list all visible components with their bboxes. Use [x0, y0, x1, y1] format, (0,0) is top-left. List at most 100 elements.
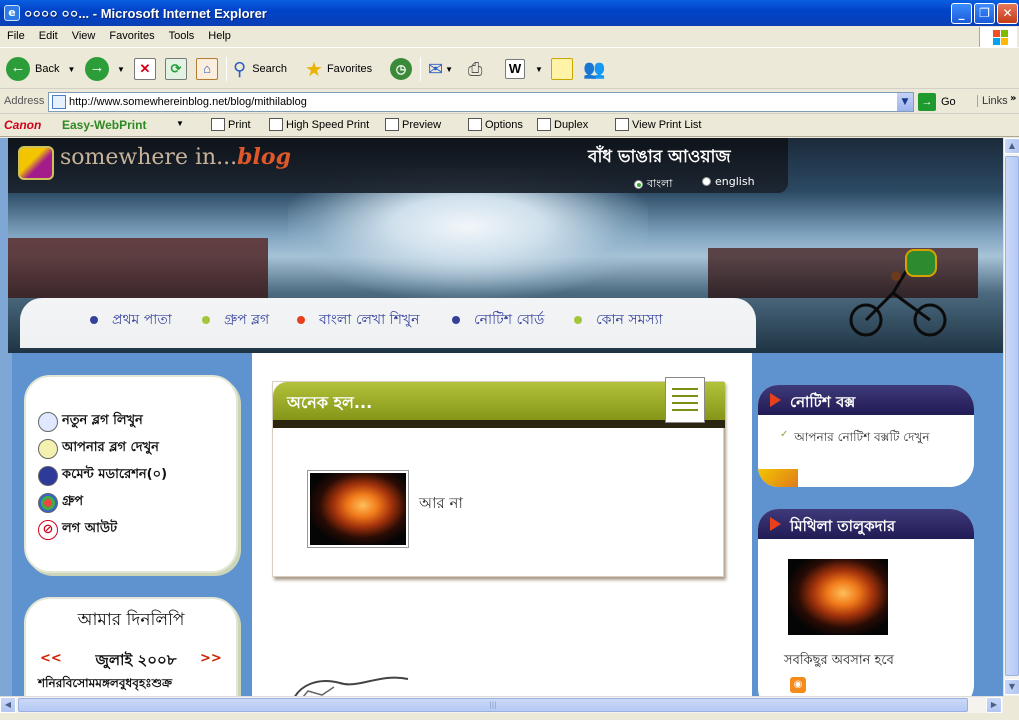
logo-text: somewhere in...	[60, 145, 238, 170]
address-bar: Address http://www.somewhereinblog.net/b…	[0, 90, 1019, 114]
canon-preview-button[interactable]: Preview	[385, 118, 441, 131]
menu-tools[interactable]: Tools	[162, 26, 202, 42]
stop-button[interactable]: ✕	[134, 57, 156, 81]
scroll-left-icon[interactable]: ◀	[0, 697, 16, 713]
search-button[interactable]: ⚲ Search	[233, 57, 287, 81]
nav-learn-bangla[interactable]: বাংলা লেখা শিখুন	[297, 308, 419, 332]
refresh-button[interactable]: ⟳	[165, 57, 187, 81]
post-image[interactable]	[307, 470, 409, 548]
back-label: Back	[35, 63, 60, 75]
print-icon	[211, 118, 225, 131]
address-url[interactable]: http://www.somewhereinblog.net/blog/mith…	[69, 96, 307, 108]
rss-icon[interactable]: ◉	[790, 677, 806, 693]
radio-icon[interactable]	[702, 177, 711, 186]
canon-duplex-label: Duplex	[554, 118, 589, 131]
canon-print-label: Print	[228, 118, 251, 131]
notice-link[interactable]: ✓ আপনার নোটিশ বক্সটি দেখুন	[780, 429, 930, 449]
profile-image[interactable]	[788, 559, 888, 635]
menu-view[interactable]: View	[65, 26, 103, 42]
go-button[interactable]: → Go	[918, 93, 956, 111]
menu-favorites[interactable]: Favorites	[102, 26, 161, 42]
canon-options-label: Options	[485, 118, 523, 131]
canon-options-button[interactable]: Options	[468, 118, 523, 131]
star-icon: ★	[305, 58, 323, 81]
radio-selected-icon[interactable]	[634, 180, 643, 189]
canon-print-button[interactable]: Print	[211, 118, 251, 131]
links-chevron-icon[interactable]: »	[1010, 93, 1016, 104]
canon-high-speed-print-button[interactable]: High Speed Print	[269, 118, 369, 131]
post-title[interactable]: অনেক হল...	[287, 390, 372, 417]
scroll-up-icon[interactable]: ▲	[1004, 138, 1019, 154]
user-menu-panel: নতুন ব্লগ লিখুন আপনার ব্লগ দেখুন কমেন্ট …	[24, 375, 238, 573]
menu-help[interactable]: Help	[201, 26, 238, 42]
ie-icon: e	[4, 5, 20, 21]
menu-edit[interactable]: Edit	[32, 26, 65, 42]
nav-notice-board[interactable]: নোটিশ বোর্ড	[452, 308, 544, 332]
easy-webprint-dropdown-icon[interactable]: ▼	[176, 119, 184, 128]
toolbar: ← Back ▼ → ▼ ✕ ⟳ ⌂ ⚲ Search ★ Favorites …	[0, 49, 1019, 89]
menu-new-blog[interactable]: নতুন ব্লগ লিখুন	[38, 411, 143, 432]
triangle-icon	[770, 517, 781, 531]
edit-button[interactable]: W ▼	[505, 57, 543, 81]
scroll-down-icon[interactable]: ▼	[1004, 679, 1019, 695]
search-label: Search	[252, 63, 288, 75]
page-icon	[52, 95, 66, 109]
home-button[interactable]: ⌂	[196, 57, 218, 81]
address-input[interactable]: http://www.somewhereinblog.net/blog/mith…	[48, 92, 914, 112]
nav-home[interactable]: প্রথম পাতা	[90, 308, 172, 332]
lang-english-label: english	[715, 175, 755, 188]
diary-title: আমার দিনলিপি	[77, 610, 185, 630]
maximize-button[interactable]: ❐	[974, 3, 995, 24]
canon-logo: Canon	[4, 118, 42, 132]
links-button[interactable]: Links	[977, 95, 1008, 107]
calendar-next-button[interactable]: >>	[200, 651, 222, 666]
mail-dropdown-icon[interactable]: ▼	[445, 65, 453, 74]
horizontal-scroll-thumb[interactable]: |||	[18, 698, 968, 712]
profile-header: মিথিলা তালুকদার	[758, 509, 974, 539]
nav-problem[interactable]: কোন সমস্যা	[574, 308, 663, 332]
preview-icon	[385, 118, 399, 131]
canon-duplex-button[interactable]: Duplex	[537, 118, 588, 131]
notice-title: নোটিশ বক্স	[790, 393, 856, 411]
scroll-right-icon[interactable]: ▶	[986, 697, 1002, 713]
menu-file[interactable]: File	[0, 26, 32, 42]
vertical-scrollbar[interactable]: ▲ ▼	[1003, 138, 1019, 696]
menu-logout[interactable]: ⊘ লগ আউট	[38, 519, 117, 540]
canon-view-print-list-label: View Print List	[632, 118, 702, 131]
back-button[interactable]: ← Back ▼	[6, 57, 75, 81]
calendar-prev-button[interactable]: <<	[40, 651, 62, 666]
nav-group-blog[interactable]: গ্রুপ ব্লগ	[202, 308, 269, 332]
profile-tagline: সবকিছুর অবসান হবে	[784, 653, 894, 668]
nav-dot-icon	[90, 316, 98, 324]
title-bar: e ০০০০ ০০... - Microsoft Internet Explor…	[0, 0, 1019, 26]
favorites-button[interactable]: ★ Favorites	[305, 57, 372, 81]
nav-notice-board-label: নোটিশ বোর্ড	[474, 312, 545, 328]
lang-bangla-option[interactable]: বাংলা	[634, 175, 672, 194]
back-dropdown-icon[interactable]: ▼	[67, 65, 75, 74]
forward-dropdown-icon[interactable]: ▼	[117, 65, 125, 74]
mail-button[interactable]: ✉ ▼	[428, 57, 453, 81]
minimize-button[interactable]: _	[951, 3, 972, 24]
easy-webprint-menu[interactable]: Easy-WebPrint	[62, 118, 146, 132]
lang-english-option[interactable]: english	[702, 175, 755, 188]
post-header: অনেক হল...	[273, 377, 725, 428]
notice-panel: নোটিশ বক্স ✓ আপনার নোটিশ বক্সটি দেখুন	[758, 385, 974, 487]
site-logo[interactable]: somewhere in...blog	[60, 144, 291, 170]
canon-view-print-list-button[interactable]: View Print List	[615, 118, 702, 131]
close-button[interactable]: ✕	[997, 3, 1018, 24]
edit-dropdown-icon[interactable]: ▼	[535, 65, 543, 74]
menu-my-blog[interactable]: আপনার ব্লগ দেখুন	[38, 438, 159, 459]
notice-link-label: আপনার নোটিশ বক্সটি দেখুন	[794, 430, 930, 444]
notes-button[interactable]	[551, 57, 573, 81]
history-button[interactable]: ◷	[390, 57, 412, 81]
menu-group[interactable]: গ্রুপ	[38, 492, 83, 513]
menu-comment-moderation[interactable]: কমেন্ট মডারেশন(০)	[38, 465, 167, 486]
vertical-scroll-thumb[interactable]	[1005, 156, 1019, 676]
address-dropdown-icon[interactable]: ▼	[896, 93, 913, 111]
horizontal-scrollbar[interactable]: ◀ ||| ▶	[0, 696, 1003, 713]
print-button[interactable]: ⎙	[468, 57, 482, 81]
site-logo-icon[interactable]	[18, 146, 54, 180]
messenger-button[interactable]: 👥	[583, 57, 605, 81]
forward-button[interactable]: → ▼	[85, 57, 125, 81]
go-arrow-icon: →	[918, 93, 936, 111]
